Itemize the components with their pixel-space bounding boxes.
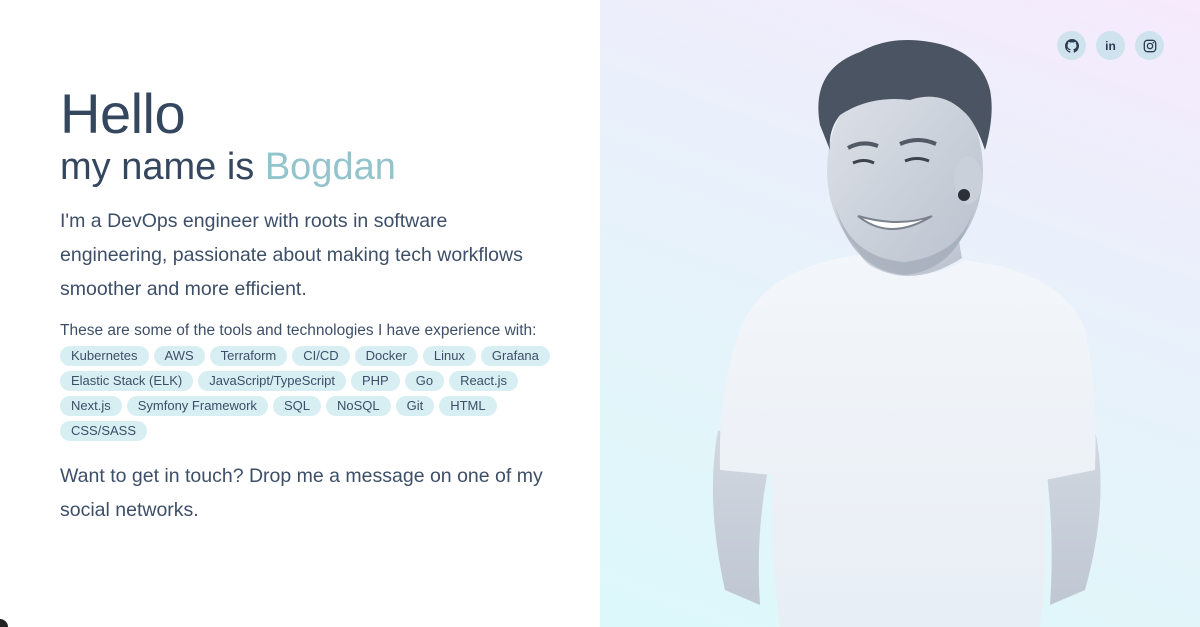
tool-tag: React.js [449, 371, 519, 391]
portrait-panel: in [600, 0, 1200, 627]
intro-panel: Hello my name is Bogdan I'm a DevOps eng… [0, 0, 600, 627]
tools-tag-list: Kubernetes AWS Terraform CI/CD Docker Linux Gr… [60, 346, 550, 441]
name-heading: my name is Bogdan [60, 144, 560, 190]
linkedin-link[interactable]: in [1096, 31, 1125, 60]
linkedin-icon: in [1105, 38, 1116, 53]
tool-tag: PHP [350, 371, 400, 391]
tool-tag: AWS [153, 346, 205, 366]
tool-tag: Go [404, 371, 445, 391]
tool-tag: Kubernetes [60, 346, 149, 366]
github-icon [1064, 38, 1079, 53]
tool-tag: NoSQL [325, 396, 391, 416]
tool-tag: CSS/SASS [60, 421, 148, 441]
contact-text: Want to get in touch? Drop me a message … [60, 465, 543, 521]
tool-tag: SQL [272, 396, 321, 416]
tool-tag: Symfony Framework [126, 396, 268, 416]
window-corner [0, 619, 8, 627]
tools-label: These are some of the tools and technolo… [60, 322, 537, 339]
intro-text: I'm a DevOps engineer with roots in soft… [60, 210, 523, 300]
name-prefix: my name is [60, 146, 265, 188]
tool-tag: CI/CD [292, 346, 350, 366]
social-links: in [1057, 31, 1164, 60]
tool-tag: Grafana [480, 346, 550, 366]
profile-photo [712, 39, 1101, 627]
tool-tag: Git [395, 396, 435, 416]
instagram-link[interactable] [1135, 31, 1164, 60]
page: Hello my name is Bogdan I'm a DevOps eng… [0, 0, 1200, 627]
tool-tag: Terraform [209, 346, 288, 366]
tool-tag: Docker [354, 346, 418, 366]
tool-tag: JavaScript/TypeScript [198, 371, 346, 391]
tool-tag: HTML [439, 396, 497, 416]
name-highlight: Bogdan [264, 146, 396, 188]
tool-tag: Next.js [60, 396, 122, 416]
github-link[interactable] [1057, 31, 1086, 60]
greeting: Hello [60, 82, 186, 145]
instagram-icon [1143, 39, 1156, 52]
tool-tag: Elastic Stack (ELK) [60, 371, 194, 391]
tool-tag: Linux [422, 346, 476, 366]
